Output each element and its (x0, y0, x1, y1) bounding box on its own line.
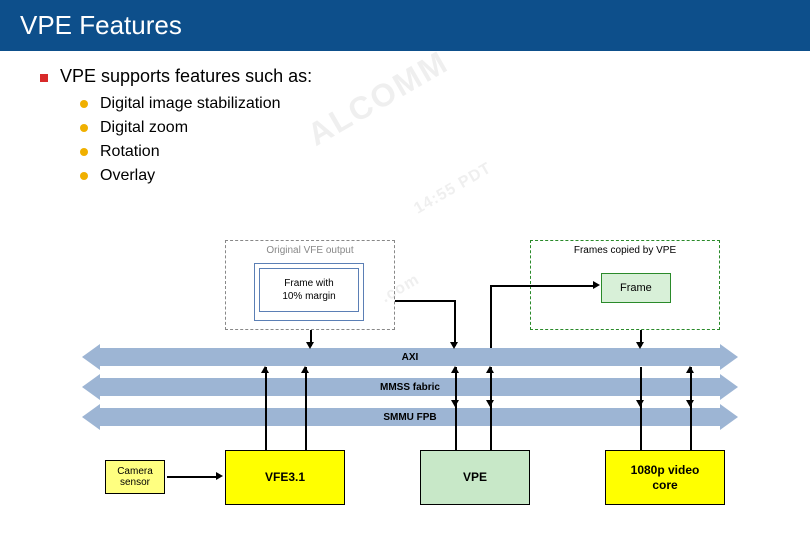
slide-title: VPE Features (0, 0, 810, 51)
sub-bullet: Digital image stabilization (80, 95, 770, 113)
arrow-head-icon (451, 366, 459, 373)
arrow-head-icon (216, 472, 223, 480)
vpe-block: VPE (420, 450, 530, 505)
arrow-head-icon (301, 366, 309, 373)
yellow-dot-icon (80, 124, 88, 132)
arrow-connector (490, 285, 595, 287)
sub-bullet: Overlay (80, 167, 770, 185)
bus-mmss: MMSS fabric (100, 378, 720, 396)
arrow-connector (640, 367, 642, 450)
arrow-head-icon (686, 366, 694, 373)
content-area: VPE supports features such as: Digital i… (0, 51, 810, 185)
yellow-dot-icon (80, 148, 88, 156)
original-vfe-label: Original VFE output (226, 241, 394, 256)
arrow-connector (167, 476, 217, 478)
red-square-icon (40, 74, 48, 82)
arrow-connector (305, 367, 307, 450)
bus-arrow-left-icon (82, 374, 100, 400)
bus-label: MMSS fabric (380, 382, 440, 393)
sub-bullet-text: Overlay (100, 167, 155, 185)
bus-axi: AXI (100, 348, 720, 366)
arrow-connector (454, 300, 456, 346)
arrow-head-icon (261, 366, 269, 373)
arrow-head-icon (306, 342, 314, 349)
bus-arrow-left-icon (82, 344, 100, 370)
arrow-head-icon (486, 366, 494, 373)
sub-bullet-text: Digital zoom (100, 119, 188, 137)
diagram-area: Original VFE output Frame with 10% margi… (0, 240, 810, 540)
sub-bullet: Digital zoom (80, 119, 770, 137)
arrow-connector (455, 367, 457, 450)
sub-bullet-list: Digital image stabilization Digital zoom… (80, 95, 770, 185)
original-vfe-box: Original VFE output Frame with 10% margi… (225, 240, 395, 330)
camera-sensor-block: Camera sensor (105, 460, 165, 494)
arrow-connector (265, 367, 267, 450)
main-bullet-text: VPE supports features such as: (60, 66, 312, 87)
arrow-head-icon (486, 400, 494, 407)
arrow-connector (490, 285, 492, 348)
sub-bullet-text: Rotation (100, 143, 160, 161)
bus-arrow-left-icon (82, 404, 100, 430)
bus-arrow-right-icon (720, 404, 738, 430)
arrow-head-icon (593, 281, 600, 289)
outer-frame: Frame with 10% margin (254, 263, 364, 321)
sub-bullet-text: Digital image stabilization (100, 95, 281, 113)
arrow-head-icon (451, 400, 459, 407)
bus-label: SMMU FPB (383, 412, 436, 423)
frame-margin-label: Frame with 10% margin (259, 268, 359, 312)
arrow-connector (395, 300, 455, 302)
yellow-dot-icon (80, 172, 88, 180)
bus-label: AXI (402, 352, 419, 363)
bus-arrow-right-icon (720, 374, 738, 400)
arrow-head-icon (450, 342, 458, 349)
bus-arrow-right-icon (720, 344, 738, 370)
video-core-block: 1080p video core (605, 450, 725, 505)
vfe-block: VFE3.1 (225, 450, 345, 505)
frames-copied-label: Frames copied by VPE (531, 241, 719, 256)
sub-bullet: Rotation (80, 143, 770, 161)
main-bullet: VPE supports features such as: (40, 66, 770, 87)
arrow-connector (690, 367, 692, 450)
bus-smmu: SMMU FPB (100, 408, 720, 426)
yellow-dot-icon (80, 100, 88, 108)
arrow-head-icon (686, 400, 694, 407)
frame-label: Frame (601, 273, 671, 303)
arrow-connector (490, 367, 492, 450)
arrow-head-icon (636, 342, 644, 349)
arrow-head-icon (636, 400, 644, 407)
